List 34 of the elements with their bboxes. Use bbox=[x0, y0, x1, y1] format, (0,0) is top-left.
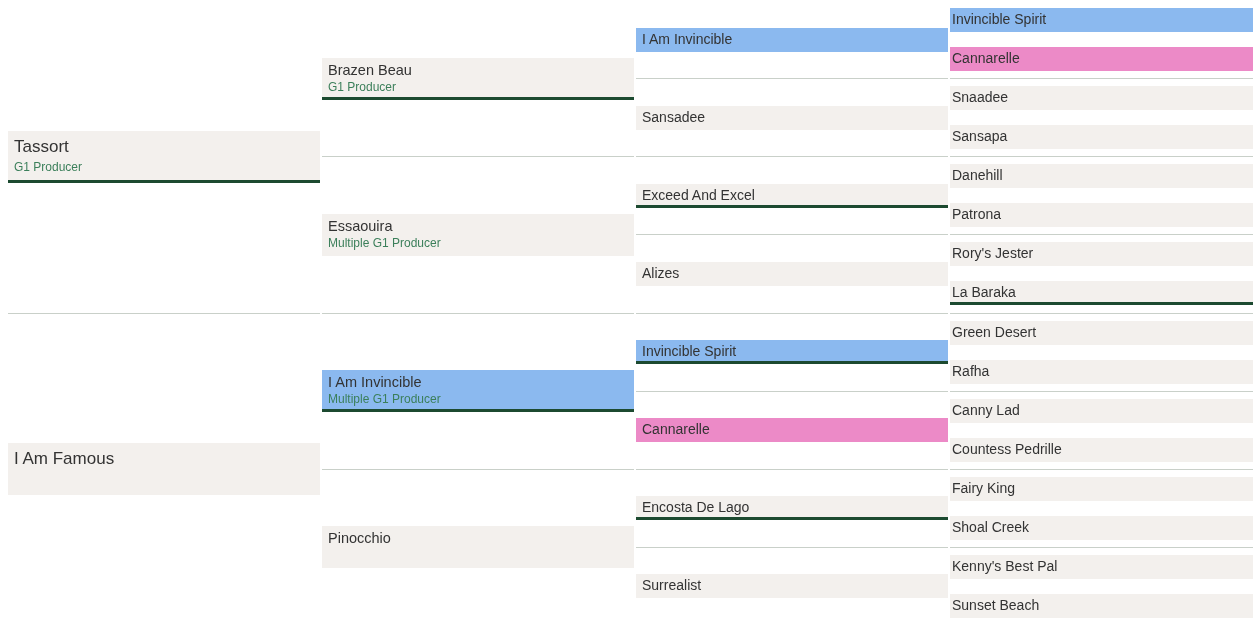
horse-note: Multiple G1 Producer bbox=[328, 235, 442, 250]
horse-name: Essaouira bbox=[328, 216, 394, 236]
horse-name: Danehill bbox=[952, 166, 1004, 186]
horse-name: Kenny's Best Pal bbox=[952, 556, 1059, 576]
horse-name: Invincible Spirit bbox=[642, 342, 738, 362]
horse-name: I Am Invincible bbox=[328, 373, 423, 393]
horse-name: Sunset Beach bbox=[952, 595, 1041, 615]
horse-name: Rafha bbox=[952, 361, 991, 381]
horse-name: Fairy King bbox=[952, 478, 1017, 498]
horse-name: Green Desert bbox=[952, 322, 1038, 342]
horse-name: Patrona bbox=[952, 205, 1003, 225]
horse-name: Surrealist bbox=[642, 576, 703, 596]
horse-note: Multiple G1 Producer bbox=[328, 392, 442, 407]
horse-name: Invincible Spirit bbox=[952, 10, 1048, 30]
horse-name: I Am Famous bbox=[14, 448, 116, 471]
horse-name: Alizes bbox=[642, 263, 681, 283]
horse-name: Cannarelle bbox=[642, 420, 711, 440]
horse-name: Sansapa bbox=[952, 127, 1009, 147]
horse-note: G1 Producer bbox=[328, 79, 398, 94]
horse-name: Tassort bbox=[14, 135, 70, 158]
horse-name: Brazen Beau bbox=[328, 60, 413, 80]
horse-name: Encosta De Lago bbox=[642, 498, 751, 518]
horse-name: Rory's Jester bbox=[952, 244, 1035, 264]
horse-name: Exceed And Excel bbox=[642, 185, 756, 205]
horse-name: Cannarelle bbox=[952, 49, 1021, 69]
horse-name: Pinocchio bbox=[328, 529, 392, 549]
horse-note: G1 Producer bbox=[14, 159, 84, 174]
horse-name: Countess Pedrille bbox=[952, 439, 1063, 459]
horse-name: Snaadee bbox=[952, 88, 1010, 108]
horse-name: Canny Lad bbox=[952, 400, 1021, 420]
horse-name: La Baraka bbox=[952, 283, 1017, 303]
horse-name: Sansadee bbox=[642, 107, 707, 127]
horse-name: Shoal Creek bbox=[952, 517, 1031, 537]
horse-name: I Am Invincible bbox=[642, 29, 734, 49]
